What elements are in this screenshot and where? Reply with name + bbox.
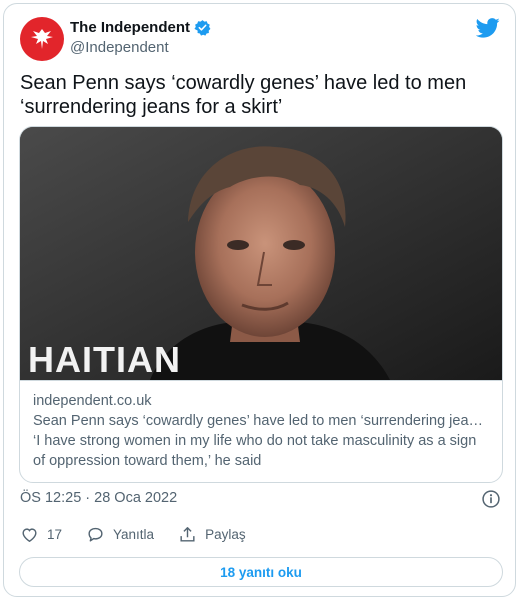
- info-icon[interactable]: [481, 489, 501, 509]
- action-bar: 17 Yanıtla Paylaş: [20, 525, 270, 544]
- twitter-bird-icon[interactable]: [476, 18, 500, 38]
- link-card[interactable]: HAITIAN independent.co.uk Sean Penn says…: [19, 126, 503, 483]
- verified-badge-icon: [194, 20, 211, 36]
- independent-eagle-logo: [31, 29, 53, 49]
- card-domain: independent.co.uk: [33, 393, 152, 409]
- card-image[interactable]: HAITIAN: [20, 127, 502, 380]
- share-label: Paylaş: [205, 527, 246, 542]
- like-button[interactable]: 17: [20, 525, 62, 544]
- reply-label: Yanıtla: [113, 527, 155, 542]
- portrait-photo: HAITIAN: [20, 127, 502, 380]
- author-handle[interactable]: @Independent: [70, 39, 169, 56]
- share-button[interactable]: Paylaş: [178, 525, 246, 544]
- card-body[interactable]: independent.co.uk Sean Penn says ‘coward…: [20, 380, 502, 481]
- author-name[interactable]: The Independent: [70, 19, 211, 36]
- like-count: 17: [47, 527, 63, 542]
- reply-icon: [88, 527, 103, 542]
- tweet-text: Sean Penn says ‘cowardly genes’ have led…: [20, 72, 467, 118]
- heart-icon: [22, 528, 37, 543]
- tweet-card[interactable]: The Independent @Independent Sean Penn s…: [3, 3, 516, 597]
- timestamp[interactable]: ÖS 12:25 · 28 Oca 2022: [20, 490, 177, 506]
- reply-button[interactable]: Yanıtla: [86, 525, 154, 544]
- read-replies-button[interactable]: 18 yanıtı oku: [19, 557, 503, 587]
- avatar[interactable]: [20, 17, 64, 61]
- card-title: Sean Penn says ‘cowardly genes’ have led…: [33, 413, 489, 429]
- backdrop-text: HAITIAN: [28, 339, 181, 380]
- share-icon: [180, 527, 195, 542]
- author-name-text[interactable]: The Independent: [70, 19, 190, 36]
- card-description: ‘I have strong women in my life who do n…: [33, 433, 477, 469]
